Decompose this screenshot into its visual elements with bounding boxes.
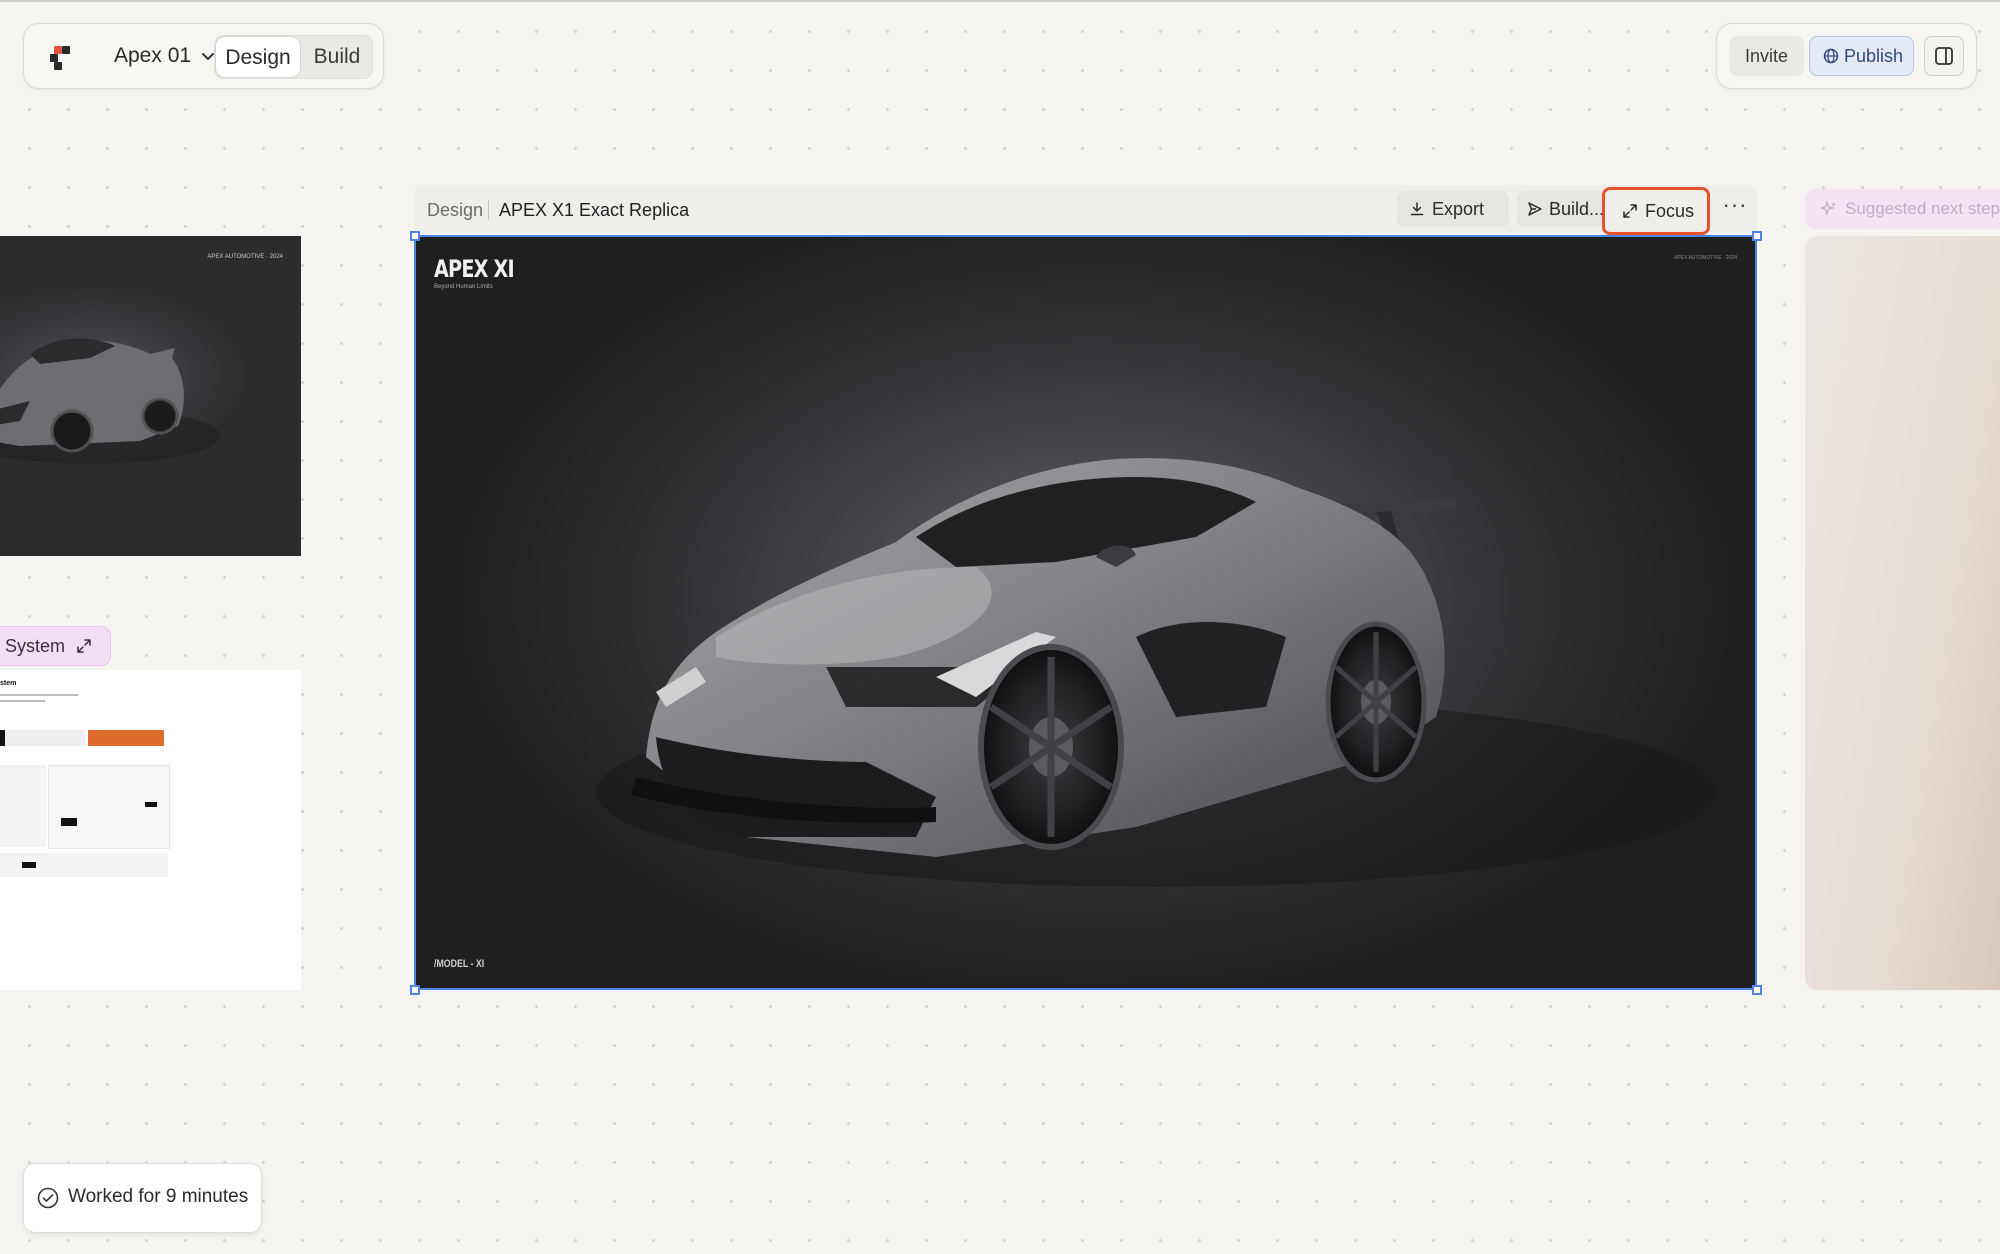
doc-card-button — [61, 818, 77, 826]
actions-panel: Invite Publish — [1716, 23, 1977, 89]
sidebar-toggle-icon — [1935, 47, 1953, 65]
logo-icon[interactable] — [48, 44, 74, 70]
doc-sidebar-block — [0, 765, 46, 847]
project-panel: Apex 01 Design Build — [23, 23, 384, 89]
project-name[interactable]: Apex 01 — [114, 44, 191, 68]
car-thumbnail — [0, 338, 220, 464]
build-mode-button[interactable]: Build — [303, 36, 371, 78]
suggested-frame-preview[interactable] — [1805, 236, 2000, 990]
worked-label: Worked for 9 minutes — [68, 1186, 249, 1207]
system-frame-tag[interactable]: System — [0, 626, 111, 666]
export-label: Export — [1432, 199, 1485, 219]
doc-tab-active — [22, 862, 36, 868]
check-circle-icon — [37, 1187, 59, 1209]
expand-icon — [1623, 204, 1637, 218]
send-icon — [1528, 202, 1542, 216]
work-status-pill[interactable]: Worked for 9 minutes — [23, 1163, 262, 1233]
left-design-system-frame[interactable]: stem — [0, 670, 301, 990]
resize-handle-bottom-left[interactable] — [410, 985, 420, 995]
export-button[interactable]: Export — [1397, 191, 1509, 227]
doc-card-badge — [145, 802, 157, 807]
resize-handle-bottom-right[interactable] — [1752, 985, 1762, 995]
mode-switch: Design Build — [214, 35, 373, 79]
globe-icon — [1823, 48, 1839, 64]
breadcrumb-divider — [488, 200, 489, 220]
download-icon — [1410, 202, 1424, 216]
resize-handle-top-left[interactable] — [410, 231, 420, 241]
car-hero-image — [596, 458, 1716, 887]
publish-button[interactable]: Publish — [1809, 36, 1914, 76]
color-swatch-black — [0, 730, 5, 746]
focus-label: Focus — [1645, 201, 1695, 221]
suggested-label: Suggested next step — [1845, 199, 2000, 218]
model-label: /MODEL - XI — [434, 958, 485, 970]
doc-tab-bar — [0, 853, 168, 877]
main-design-frame[interactable]: APEX XI Beyond Human Limits APEX AUTOMOT… — [414, 235, 1757, 990]
window-top-border — [0, 0, 2000, 2]
build-button[interactable]: Build... — [1517, 191, 1611, 227]
frame-title[interactable]: APEX X1 Exact Replica — [499, 200, 689, 221]
invite-button[interactable]: Invite — [1729, 36, 1804, 76]
system-label: System — [5, 636, 66, 656]
build-label: Build... — [1549, 199, 1605, 219]
expand-icon[interactable] — [76, 638, 92, 654]
color-swatch-neutral — [0, 730, 85, 746]
breadcrumb[interactable]: Design — [427, 200, 483, 221]
sparkle-icon — [1821, 201, 1836, 217]
resize-handle-top-right[interactable] — [1752, 231, 1762, 241]
more-options-button[interactable]: ··· — [1719, 193, 1751, 225]
design-mode-button[interactable]: Design — [215, 36, 301, 78]
focus-button[interactable]: Focus — [1602, 187, 1710, 235]
left-car-frame[interactable]: APEX AUTOMOTIVE · 2024 — [0, 236, 301, 556]
frame-header: Design APEX X1 Exact Replica Export Buil… — [414, 185, 1757, 235]
sidebar-toggle-button[interactable] — [1924, 36, 1964, 76]
doc-text-line — [0, 700, 45, 702]
doc-text-line — [0, 694, 78, 696]
doc-title: stem — [0, 680, 17, 687]
publish-label: Publish — [1844, 46, 1904, 66]
suggested-next-step-tag[interactable]: Suggested next step — [1805, 189, 2000, 229]
doc-card — [48, 765, 170, 849]
color-swatch-orange — [88, 730, 164, 746]
